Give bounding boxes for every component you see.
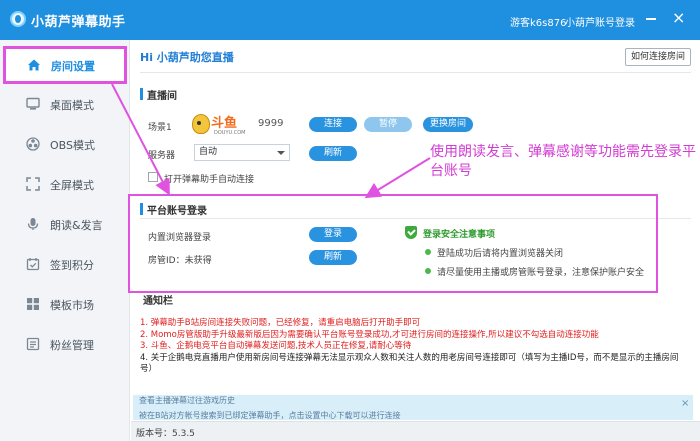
notice-item: 2. Momo房管版助手升级最新版后因为需要确认平台账号登录成功,才可进行房间的… <box>140 329 599 340</box>
minimize-icon[interactable] <box>646 18 656 20</box>
sidebar-item-label: 签到积分 <box>50 259 94 272</box>
version-label: 版本号：5.3.5 <box>136 429 195 439</box>
home-icon <box>28 59 40 71</box>
switch-room-button[interactable]: 更换房间 <box>423 117 473 132</box>
sidebar-item-obs-mode[interactable]: OBS模式 <box>0 126 130 162</box>
scene-label: 场景1 <box>148 123 172 133</box>
sidebar-item-template-market[interactable]: 模板市场 <box>0 286 130 322</box>
notice-item: 1. 弹幕助手B站房间连接失败问题，已经修复，请重启电脑后打开助手即可 <box>140 318 421 328</box>
main-panel: Hi 小葫芦助您直播 如何连接房间 直播间 场景1 斗鱼 DOUYU.COM 9… <box>131 40 700 441</box>
sidebar-item-label: 桌面模式 <box>50 99 94 112</box>
notice-section-title: 通知栏 <box>143 296 173 307</box>
divider <box>140 218 691 219</box>
live-room-section-title: 直播间 <box>147 91 177 102</box>
section-marker <box>140 203 143 215</box>
banner-line: 查看主播弹幕过往游戏历史 <box>139 396 235 405</box>
login-button[interactable]: 登录 <box>309 227 357 242</box>
room-number: 9999 <box>258 118 284 129</box>
shield-check-icon <box>405 226 417 239</box>
checkin-icon <box>26 258 40 271</box>
section-marker <box>140 88 143 100</box>
sidebar-item-label: 朗读&发言 <box>50 219 103 232</box>
title-bar: 小葫芦弹幕助手 游客k6s876 小葫芦账号登录 × <box>0 0 700 40</box>
server-select[interactable]: 自动 <box>194 144 290 161</box>
microphone-icon <box>27 218 39 230</box>
divider <box>140 72 691 73</box>
how-to-connect-button[interactable]: 如何连接房间 <box>625 48 691 66</box>
server-select-value: 自动 <box>199 147 218 157</box>
obs-icon <box>26 137 40 151</box>
room-admin-id-label: 房管ID：未获得 <box>148 256 212 266</box>
app-logo-icon <box>10 11 26 27</box>
account-login-section-title: 平台账号登录 <box>147 206 207 217</box>
auto-connect-checkbox[interactable] <box>148 172 158 182</box>
desktop-icon <box>26 97 40 110</box>
annotation-text: 使用朗读发言、弹幕感谢等功能需先登录平台账号 <box>430 144 696 179</box>
sidebar-item-desktop-mode[interactable]: 桌面模式 <box>0 86 130 122</box>
connect-button[interactable]: 连接 <box>309 117 357 132</box>
sidebar-item-label: 模板市场 <box>50 299 94 312</box>
sidebar: 房间设置 桌面模式 OBS模式 全屏模式 朗读&发言 签到积分 模板市场 粉丝管… <box>0 40 130 441</box>
notice-item: 3. 斗鱼、企鹅电竞平台自动弹幕发送问题,技术人员正在修复,请耐心等待 <box>140 341 412 351</box>
sidebar-item-checkin-points[interactable]: 签到积分 <box>0 246 130 282</box>
server-label: 服务器 <box>148 151 176 161</box>
chevron-down-icon <box>277 151 285 155</box>
safety-title: 登录安全注意事项 <box>423 230 496 240</box>
banner-close-icon[interactable]: × <box>681 398 689 409</box>
pause-button[interactable]: 暂停 <box>364 117 412 132</box>
bullet-dot-icon <box>425 268 431 274</box>
auto-connect-label: 打开弹幕助手自动连接 <box>164 175 255 185</box>
sidebar-item-fullscreen-mode[interactable]: 全屏模式 <box>0 166 130 202</box>
guest-username: 游客k6s876 <box>510 18 567 29</box>
room-admin-refresh-button[interactable]: 刷新 <box>309 250 357 265</box>
browser-login-label: 内置浏览器登录 <box>148 233 212 243</box>
app-title: 小葫芦弹幕助手 <box>31 15 126 30</box>
safety-tip: 登陆成功后请将内置浏览器关闭 <box>437 249 564 259</box>
sidebar-item-fans-management[interactable]: 粉丝管理 <box>0 326 130 362</box>
notice-item: 4. 关于企鹅电竞直播用户使用新房间号连接弹幕无法显示观众人数和关注人数的用老房… <box>140 352 679 375</box>
scrolling-banner: 查看主播弹幕过往游戏历史 被在B站对方帐号搜索到已绑定弹幕助手，点击设置中心下载… <box>133 395 693 420</box>
sidebar-item-room-settings[interactable]: 房间设置 <box>3 46 127 84</box>
template-icon <box>27 298 39 310</box>
close-icon[interactable]: × <box>672 10 685 26</box>
server-refresh-button[interactable]: 刷新 <box>309 146 357 161</box>
sidebar-item-label: 房间设置 <box>51 60 95 73</box>
sidebar-item-label: OBS模式 <box>50 139 95 152</box>
sidebar-item-label: 粉丝管理 <box>50 339 94 352</box>
greeting-text: Hi 小葫芦助您直播 <box>140 51 234 64</box>
platform-domain: DOUYU.COM <box>214 130 246 136</box>
douyu-logo: 斗鱼 DOUYU.COM <box>192 112 246 138</box>
banner-line: 被在B站对方帐号搜索到已绑定弹幕助手，点击设置中心下载可以进行连接 <box>139 411 401 420</box>
douyu-fish-icon <box>192 114 210 134</box>
fans-icon <box>26 337 40 351</box>
fullscreen-icon <box>26 177 40 191</box>
platform-name: 斗鱼 <box>211 116 238 131</box>
account-login-link[interactable]: 小葫芦账号登录 <box>565 14 635 29</box>
safety-tip: 请尽量使用主播或房管账号登录，注意保护账户安全 <box>437 268 645 278</box>
status-footer: 版本号：5.3.5 <box>131 421 700 441</box>
bullet-dot-icon <box>425 249 431 255</box>
sidebar-item-read-speak[interactable]: 朗读&发言 <box>0 206 130 242</box>
notice-list: 1. 弹幕助手B站房间连接失败问题，已经修复，请重启电脑后打开助手即可 2. M… <box>140 318 691 376</box>
sidebar-item-label: 全屏模式 <box>50 179 94 192</box>
